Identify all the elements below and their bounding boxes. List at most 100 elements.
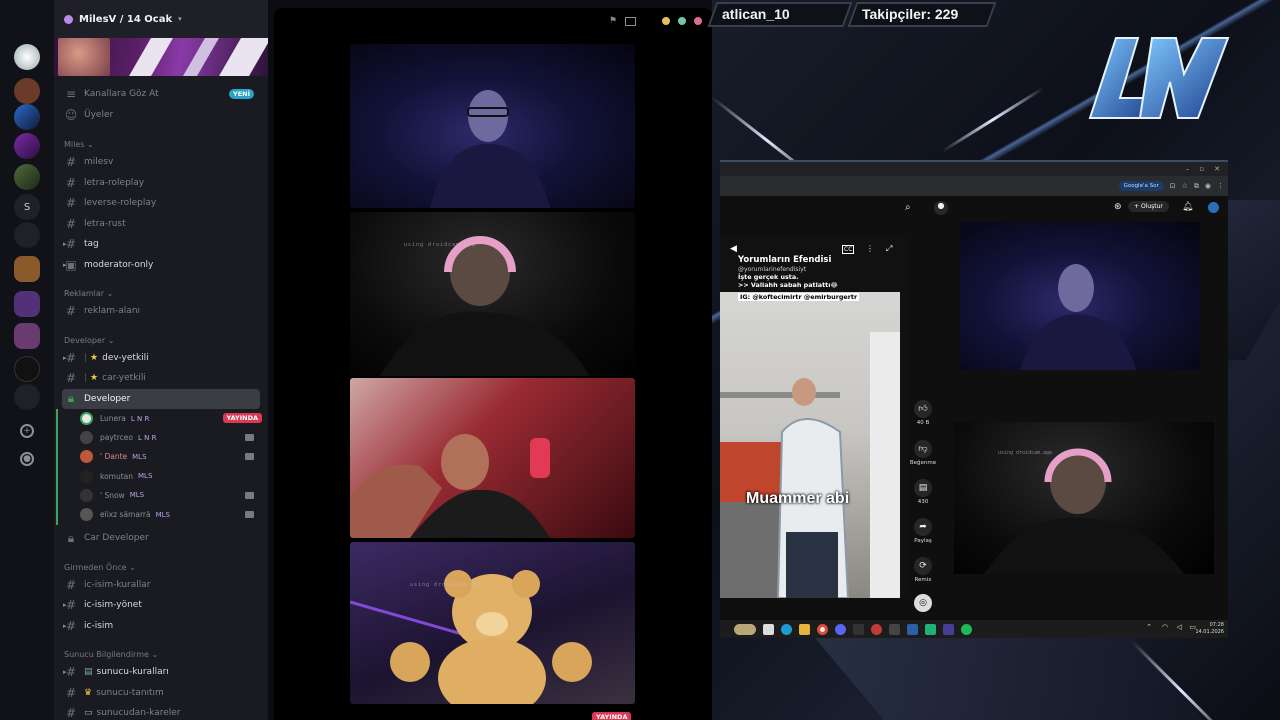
explorer-icon[interactable] <box>799 623 810 635</box>
notifications-bell-icon[interactable]: 🔔︎ <box>1182 202 1193 212</box>
server-icon-folder-2[interactable] <box>14 291 40 317</box>
channel-tag[interactable]: ▸ # tag <box>62 234 260 255</box>
server-icon-home[interactable] <box>14 44 40 70</box>
voice-user-lunera[interactable]: Lunera L N R YAYINDA <box>80 409 268 428</box>
share-action[interactable]: ➦ Paylaş <box>908 518 938 544</box>
video-tile-komutan[interactable]: using droidcam.app <box>350 542 635 704</box>
channel-car-yetkili[interactable]: # | ★ car-yetkili <box>62 368 260 389</box>
server-icon-folder-1[interactable] <box>14 256 40 282</box>
server-icon-samarra[interactable] <box>14 356 40 382</box>
taskview-icon[interactable] <box>763 623 774 635</box>
channel-leverse-roleplay[interactable]: # leverse-roleplay <box>62 193 260 214</box>
category-girmeden-once[interactable]: Girmeden Önce ⌄ <box>54 555 268 575</box>
voice-user-komutan[interactable]: komutan MLS <box>80 467 268 486</box>
youtube-short-player[interactable]: ◀ CC ⋮ ⤢ Yorumların Efendisi @yorumlarin… <box>720 234 906 598</box>
popout-icon[interactable] <box>625 16 636 26</box>
volume-tray-icon[interactable]: ◁ <box>1177 623 1182 631</box>
server-icon-ln[interactable] <box>14 104 40 130</box>
channel-reklam-alani[interactable]: # reklam-alanı <box>62 301 260 322</box>
maximize-icon[interactable]: ▫ <box>1199 165 1204 173</box>
server-icon-sa[interactable] <box>14 164 40 190</box>
voice-user-elixz[interactable]: elixz sämarrä MLS <box>80 505 268 524</box>
channel-ic-isim[interactable]: ▸ # ic-isim <box>62 616 260 637</box>
app-icon[interactable] <box>943 623 954 635</box>
minimize-icon[interactable]: – <box>1186 165 1190 173</box>
members-link[interactable]: ☺ Üyeler <box>62 105 260 126</box>
video-tile-paytrceo[interactable]: using droidcam.app <box>350 212 635 376</box>
category-sunucu-bilgilendirme[interactable]: Sunucu Bilgilendirme ⌄ <box>54 642 268 662</box>
channel-title[interactable]: Yorumların Efendisi <box>738 255 831 265</box>
server-icon-miles[interactable] <box>14 133 40 159</box>
spotify-icon[interactable] <box>961 623 972 635</box>
channel-ic-isim-kurallar[interactable]: # ic-isim-kurallar <box>62 575 260 596</box>
server-header[interactable]: MilesV / 14 Ocak ▾ <box>54 0 268 38</box>
channel-letra-rust[interactable]: # letra-rust <box>62 214 260 235</box>
channel-ic-isim-yonet[interactable]: ▸ # ic-isim-yönet <box>62 595 260 616</box>
flag-icon[interactable]: ⚑ <box>609 16 617 26</box>
wifi-icon[interactable]: ◠ <box>1162 623 1168 631</box>
server-icon-s[interactable]: S <box>14 194 40 220</box>
video-tile-lunera[interactable] <box>350 44 635 208</box>
voice-user-dante[interactable]: ' Dante MLS <box>80 447 268 466</box>
weather-icon[interactable] <box>734 623 756 635</box>
more-icon[interactable]: ⋮ <box>866 244 874 253</box>
volume-icon[interactable]: ◀ <box>730 244 737 254</box>
server-icon-folder-3[interactable] <box>14 323 40 349</box>
app-icon[interactable] <box>853 623 864 635</box>
channel-letra-roleplay[interactable]: # letra-roleplay <box>62 173 260 194</box>
close-icon[interactable]: ✕ <box>1214 165 1220 173</box>
maximize-dot[interactable] <box>678 17 686 25</box>
voice-user-paytrceo[interactable]: paytrceo L N R <box>80 428 268 447</box>
cc-icon[interactable]: CC <box>842 245 855 254</box>
channel-avatar[interactable]: ◎ <box>908 594 938 614</box>
mic-icon[interactable]: ● <box>934 201 948 215</box>
comment-action[interactable]: ▤ 430 <box>908 479 938 505</box>
tray-up-icon[interactable]: ⌃ <box>1146 623 1152 631</box>
channel-milesv[interactable]: # milesv <box>62 152 260 173</box>
bookmark-star-icon[interactable]: ☆ <box>1182 182 1188 190</box>
channel-dev-yetkili[interactable]: ▸ # | ★ dev-yetkili <box>62 348 260 369</box>
system-clock[interactable]: 07:28 14.01.2026 <box>1195 622 1224 636</box>
category-miles[interactable]: Miles ⌄ <box>54 132 268 152</box>
create-button[interactable]: + Oluştur <box>1128 201 1169 212</box>
voice-channel-developer[interactable]: 🔒︎ Developer <box>62 388 260 409</box>
channel-moderator-only[interactable]: ▸ ▣ moderator-only <box>62 255 260 276</box>
app-icon[interactable] <box>889 623 900 635</box>
voice-channel-car-developer[interactable]: 🔒︎ Car Developer <box>62 528 260 549</box>
like-action[interactable]: 👍︎ 40 B <box>908 400 938 426</box>
dislike-action[interactable]: 👎︎ Beğenme <box>908 440 938 466</box>
video-tile-dante[interactable] <box>350 378 635 538</box>
app-icon[interactable] <box>907 623 918 635</box>
extensions-icon[interactable]: ⧉ <box>1194 182 1199 191</box>
obs-icon[interactable] <box>871 623 882 635</box>
profile-icon[interactable]: ◉ <box>1205 182 1211 190</box>
channel-sunucu-kurallari[interactable]: ▸ # ▤ sunucu-kuralları <box>62 662 260 683</box>
app-icon[interactable] <box>925 623 936 635</box>
menu-icon[interactable]: ⋮ <box>1217 182 1224 190</box>
channel-sunucu-tanitim[interactable]: # ♛ sunucu-tanıtım <box>62 683 260 704</box>
minimize-dot[interactable] <box>662 17 670 25</box>
upload-icon[interactable]: ⊛ <box>1114 202 1122 212</box>
browse-channels-label: Kanallara Göz At <box>84 89 159 100</box>
remix-action[interactable]: ⟳ Remix <box>908 557 938 583</box>
category-reklamlar[interactable]: Reklamlar ⌄ <box>54 281 268 301</box>
server-icon-e[interactable] <box>14 384 40 410</box>
fullscreen-icon[interactable]: ⤢ <box>886 244 892 254</box>
server-icon-2[interactable] <box>14 78 40 104</box>
account-avatar[interactable] <box>1208 202 1219 213</box>
browser-address-bar[interactable]: Google'a Sor ⊡ ☆ ⧉ ◉ ⋮ <box>720 176 1228 196</box>
google-ask-button[interactable]: Google'a Sor <box>1118 181 1164 191</box>
search-icon[interactable]: ⌕ <box>905 202 911 213</box>
channel-sunucudan-kareler[interactable]: # ▭ sunucudan-kareler <box>62 703 260 720</box>
translate-icon[interactable]: ⊡ <box>1170 182 1176 190</box>
add-server-icon[interactable]: + <box>20 424 34 438</box>
server-icon-car[interactable] <box>14 222 40 248</box>
discover-icon[interactable]: ● <box>20 452 34 466</box>
edge-icon[interactable] <box>781 623 792 635</box>
discord-icon[interactable] <box>835 623 846 635</box>
browse-channels-link[interactable]: ≡ Kanallara Göz At YENİ <box>62 84 260 105</box>
close-dot[interactable] <box>694 17 702 25</box>
category-developer[interactable]: Developer ⌄ <box>54 328 268 348</box>
chrome-icon[interactable] <box>817 623 828 635</box>
voice-user-snow[interactable]: ' Snow MLS <box>80 486 268 505</box>
